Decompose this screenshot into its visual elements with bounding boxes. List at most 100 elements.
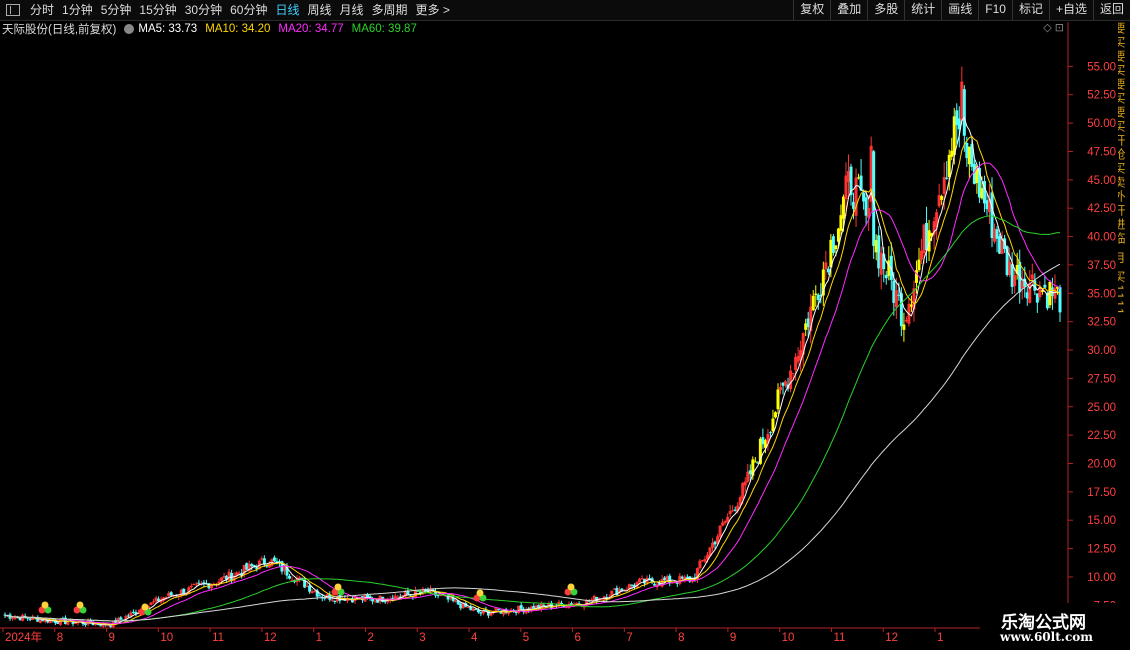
ma-legend: MA5: 33.73 MA10: 34.20 MA20: 34.77 MA60: 39…	[138, 23, 424, 35]
x-tick-label-5: 12	[264, 632, 277, 644]
indicator-bar: 天际股份 (日线,前复权) MA5: 33.73 MA10: 34.20 MA20:…	[0, 21, 1070, 37]
period-tab-4[interactable]: 30分钟	[181, 0, 226, 20]
period-tab-6[interactable]: 日线	[271, 0, 303, 20]
x-tick-label-18: 1	[937, 632, 943, 644]
period-tab-10[interactable]: 更多 >	[412, 0, 454, 20]
sidebar-toggle-icon[interactable]	[6, 4, 20, 16]
ma-label-0: MA5: 33.73	[138, 23, 198, 35]
candle-body	[726, 516, 730, 522]
tool-button-7[interactable]: +自选	[1048, 0, 1093, 20]
candle-body	[330, 599, 334, 601]
candle-body	[308, 585, 312, 592]
view-mode-icons[interactable]: ◇ ⊡	[1043, 21, 1064, 34]
candle-body	[824, 262, 828, 270]
tool-button-1[interactable]: 叠加	[830, 0, 867, 20]
candle-body	[220, 577, 224, 581]
y-tick-label-1: 10.00	[1087, 572, 1116, 584]
y-tick-label-9: 30.00	[1087, 345, 1116, 357]
period-tab-7[interactable]: 周线	[303, 0, 335, 20]
y-tick-label-19: 55.00	[1087, 61, 1116, 73]
candle-body	[1043, 284, 1047, 288]
settings-icon[interactable]	[124, 24, 135, 34]
signal-marker-3-c	[334, 583, 342, 591]
x-tick-label-8: 3	[419, 632, 425, 644]
ma-label-2: MA20: 34.77	[278, 23, 344, 35]
tool-button-3[interactable]: 统计	[904, 0, 941, 20]
signal-marker-4-c	[476, 589, 484, 597]
candle-body	[771, 418, 775, 432]
candle-body	[318, 595, 322, 597]
period-tab-2[interactable]: 5分钟	[97, 0, 136, 20]
candle-body	[152, 601, 156, 603]
ma20-line	[4, 162, 1061, 625]
period-tab-9[interactable]: 多周期	[368, 0, 412, 20]
candle-body	[945, 177, 949, 179]
candle-body	[768, 432, 772, 434]
candle-body	[288, 576, 292, 579]
kline-chart[interactable]: 7.5010.0012.5015.0017.5020.0022.5025.002…	[0, 0, 1130, 650]
candle-body	[841, 196, 845, 219]
signal-marker-2-c	[141, 603, 149, 611]
candle-body	[831, 236, 835, 253]
candle-body	[638, 578, 642, 583]
right-toolbar: 复权 叠加 多股 统计 画线 F10 标记 +自选 返回	[793, 0, 1130, 20]
period-tab-8[interactable]: 月线	[336, 0, 368, 20]
candle-body	[942, 177, 946, 195]
tool-button-6[interactable]: 标记	[1011, 0, 1049, 20]
y-tick-label-6: 22.50	[1087, 430, 1116, 442]
y-tick-label-17: 50.00	[1087, 118, 1116, 130]
ma-label-3: MA60: 39.87	[351, 23, 417, 35]
period-tab-1[interactable]: 1分钟	[58, 0, 97, 20]
y-tick-label-12: 37.50	[1087, 260, 1116, 272]
candle-body	[826, 268, 830, 273]
period-tab-5[interactable]: 60分钟	[226, 0, 271, 20]
tool-button-5[interactable]: F10	[978, 0, 1012, 20]
y-tick-label-5: 20.00	[1087, 458, 1116, 470]
candle-body	[575, 602, 579, 604]
candle-body	[753, 461, 757, 463]
y-tick-label-8: 27.50	[1087, 373, 1116, 385]
tool-button-4[interactable]: 画线	[941, 0, 978, 20]
period-tab-3[interactable]: 15分钟	[135, 0, 180, 20]
candle-body	[779, 387, 783, 391]
candle-body	[1030, 274, 1034, 280]
candle-body	[718, 525, 722, 537]
y-tick-label-11: 35.00	[1087, 288, 1116, 300]
candle-body	[519, 605, 523, 609]
candle-body	[743, 481, 747, 486]
tool-button-8[interactable]: 返回	[1092, 0, 1130, 20]
candle-body	[728, 510, 732, 515]
x-tick-label-11: 6	[575, 632, 581, 644]
x-tick-label-4: 11	[212, 632, 224, 644]
candle-body	[1058, 287, 1062, 313]
candle-body	[1013, 275, 1017, 287]
tool-button-0[interactable]: 复权	[793, 0, 830, 20]
candle-body	[542, 604, 546, 606]
candle-body	[791, 373, 795, 375]
candle-body	[776, 389, 780, 410]
y-tick-label-15: 45.00	[1087, 175, 1116, 187]
y-tick-label-10: 32.50	[1087, 317, 1116, 329]
x-tick-label-13: 8	[678, 632, 684, 644]
x-tick-label-14: 9	[730, 632, 736, 644]
period-tabs: 分时 1分钟 5分钟 15分钟 30分钟 60分钟 日线 周线 月线 多周期 更多 >	[26, 0, 454, 20]
x-tick-label-7: 2	[367, 632, 373, 644]
candle-body	[894, 290, 898, 308]
candle-body	[497, 609, 501, 611]
ma60-line	[4, 215, 1061, 622]
tool-button-2[interactable]: 多股	[867, 0, 904, 20]
signal-marker-1-c	[76, 601, 84, 609]
candle-body	[917, 259, 921, 271]
x-tick-label-12: 7	[626, 632, 632, 644]
x-tick-label-0: 2024年	[5, 630, 42, 644]
candle-body	[947, 154, 951, 177]
candle-body	[149, 602, 153, 606]
chart-mode: (日线,前复权)	[48, 24, 117, 36]
y-tick-label-7: 25.00	[1087, 402, 1116, 414]
period-tab-0[interactable]: 分时	[26, 0, 58, 20]
candle-body	[1053, 287, 1057, 299]
x-tick-label-17: 12	[885, 632, 898, 644]
candle-body	[119, 617, 123, 620]
y-tick-label-13: 40.00	[1087, 232, 1116, 244]
ma-label-1: MA10: 34.20	[205, 23, 271, 35]
